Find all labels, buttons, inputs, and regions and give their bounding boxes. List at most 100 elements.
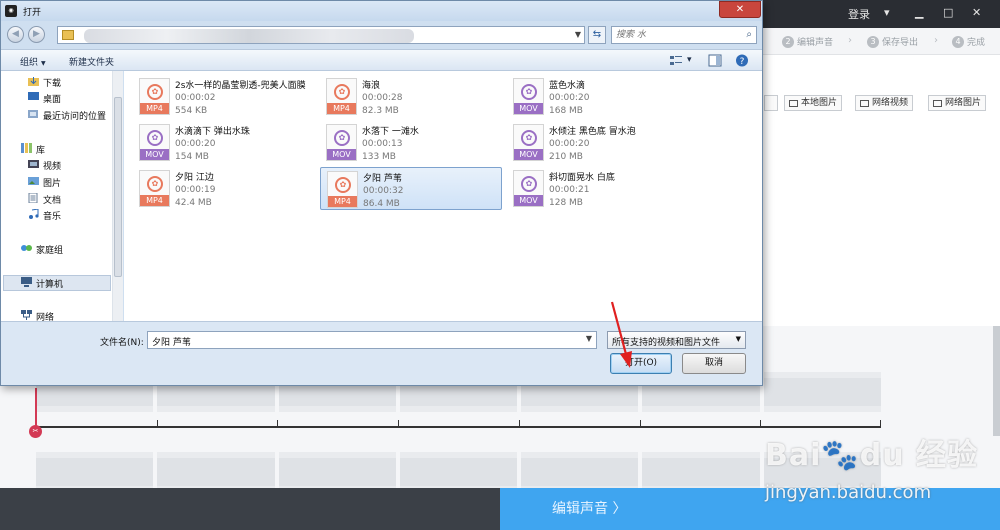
file-item[interactable]: ✿ MP4 2s水一样的晶莹剔透-兜美人面膜 00:00:02 554 KB [133, 75, 315, 118]
file-name: 水落下 一滩水 [362, 127, 419, 137]
chevron-down-icon[interactable]: ▼ [586, 334, 592, 343]
ruler-tick [880, 420, 881, 428]
svg-text:?: ? [740, 57, 745, 67]
timeline-scrollbar[interactable] [993, 326, 1000, 436]
app-logo-icon: ◉ [5, 5, 17, 17]
format-badge: MOV [514, 195, 543, 206]
app-close-icon[interactable]: ✕ [972, 6, 981, 19]
file-duration: 00:00:19 [175, 185, 216, 195]
file-item[interactable]: ✿ MP4 夕阳 江边 00:00:19 42.4 MB [133, 167, 315, 210]
download-folder-icon [28, 77, 39, 86]
file-item[interactable]: ✿ MP4 夕阳 芦苇 00:00:32 86.4 MB [320, 167, 502, 210]
file-type-filter[interactable]: 所有支持的视频和图片文件 ▼ [607, 331, 746, 349]
sidebar-item-desktop[interactable]: 桌面 [43, 92, 61, 105]
ruler-tick [157, 420, 158, 428]
sidebar-item-downloads[interactable]: 下载 [43, 76, 61, 89]
maximize-icon[interactable]: □ [943, 6, 953, 19]
sidebar-item-music[interactable]: 音乐 [43, 209, 61, 222]
file-size: 82.3 MB [362, 106, 399, 116]
format-badge: MOV [514, 103, 543, 114]
dialog-footer: 文件名(N): 夕阳 芦苇 ▼ 所有支持的视频和图片文件 ▼ 打开(O) 取消 [1, 321, 762, 385]
ruler-tick [277, 420, 278, 428]
back-arrow-icon[interactable]: ◀ [7, 26, 24, 43]
new-folder-button[interactable]: 新建文件夹 [69, 55, 114, 68]
open-button[interactable]: 打开(O) [610, 353, 672, 374]
playhead-line[interactable] [35, 388, 37, 428]
video-file-icon: ✿ MOV [513, 170, 544, 207]
film-reel-icon: ✿ [147, 84, 163, 100]
format-badge: MP4 [140, 103, 169, 114]
video-file-icon: ✿ MP4 [139, 78, 170, 115]
video-file-icon: ✿ MOV [326, 124, 357, 161]
next-step-button[interactable]: 编辑声音 〉 [500, 488, 1000, 530]
online-image-button[interactable]: 网络图片 [928, 95, 987, 111]
step-item-export[interactable]: 3 保存导出 [867, 35, 918, 48]
chevron-down-icon[interactable]: ▾ [687, 55, 692, 65]
step-item-edit-audio[interactable]: 2 编辑声音 [782, 35, 833, 48]
file-item[interactable]: ✿ MOV 水落下 一滩水 00:00:13 133 MB [320, 121, 502, 164]
minimize-icon[interactable]: ▁ [915, 6, 923, 19]
library-icon [21, 143, 32, 153]
search-icon[interactable]: ⌕ [746, 29, 752, 40]
ruler-tick [760, 420, 761, 428]
file-name: 斜切面晃水 白底 [549, 173, 615, 183]
cancel-button[interactable]: 取消 [682, 353, 746, 374]
file-duration: 00:00:13 [362, 139, 403, 149]
file-duration: 00:00:20 [175, 139, 216, 149]
step-item-done[interactable]: 4 完成 [952, 35, 985, 48]
address-bar[interactable]: ▼ [57, 26, 585, 44]
address-navigation-bar: ◀ ▶ ▼ ⇆ ⌕ [1, 21, 762, 49]
video-file-icon: ✿ MP4 [327, 171, 358, 208]
format-badge: MOV [514, 149, 543, 160]
file-duration: 00:00:20 [549, 139, 590, 149]
file-item[interactable]: ✿ MOV 水倾注 黑色底 冒水泡 00:00:20 210 MB [507, 121, 689, 164]
online-video-button[interactable]: 网络视频 [855, 95, 914, 111]
dialog-close-button[interactable]: ✕ [719, 1, 761, 18]
file-item[interactable]: ✿ MP4 海浪 00:00:28 82.3 MB [320, 75, 502, 118]
refresh-icon[interactable]: ⇆ [588, 26, 606, 44]
film-reel-icon: ✿ [521, 84, 537, 100]
sidebar-item-homegroup[interactable]: 家庭组 [36, 243, 63, 256]
file-name: 夕阳 江边 [175, 173, 214, 183]
file-name: 海浪 [362, 81, 381, 91]
step-label: 编辑声音 [797, 38, 834, 48]
file-duration: 00:00:20 [549, 93, 590, 103]
step-label: 完成 [967, 38, 986, 48]
format-badge: MP4 [328, 196, 357, 207]
sidebar-item-documents[interactable]: 文档 [43, 193, 61, 206]
file-list-pane: ✿ MP4 2s水一样的晶莹剔透-兜美人面膜 00:00:02 554 KB ✿ MP4 海浪… [124, 71, 762, 321]
search-input[interactable] [616, 28, 736, 42]
file-item[interactable]: ✿ MOV 水滴滴下 弹出水珠 00:00:20 154 MB [133, 121, 315, 164]
chevron-down-icon[interactable]: ▼ [575, 30, 581, 39]
menu-dropdown-icon[interactable]: ▾ [884, 6, 890, 19]
sidebar-item-computer[interactable]: 计算机 [36, 277, 63, 290]
navpane-scrollbar[interactable] [112, 71, 123, 321]
help-icon[interactable]: ? [735, 54, 749, 67]
sidebar-item-libraries[interactable]: 库 [36, 143, 45, 156]
file-size: 554 KB [175, 106, 208, 116]
audio-track[interactable] [36, 452, 881, 492]
forward-arrow-icon[interactable]: ▶ [28, 26, 45, 43]
film-reel-icon: ✿ [334, 130, 350, 146]
chevron-right-icon: › [934, 35, 938, 46]
media-button-partial[interactable] [764, 95, 778, 111]
organize-menu[interactable]: 组织 ▼ [20, 55, 46, 68]
search-box[interactable]: ⌕ [611, 26, 757, 44]
login-link[interactable]: 登录 [848, 6, 870, 22]
music-icon [29, 209, 39, 219]
dialog-title-bar[interactable]: ◉ 打开 ✕ [1, 1, 762, 21]
organize-label: 组织 [20, 58, 39, 68]
sidebar-item-videos[interactable]: 视频 [43, 159, 61, 172]
ruler-tick [519, 420, 520, 428]
filename-field[interactable]: 夕阳 芦苇 ▼ [147, 331, 597, 349]
file-item[interactable]: ✿ MOV 蓝色水滴 00:00:20 168 MB [507, 75, 689, 118]
local-image-button[interactable]: 本地图片 [784, 95, 843, 111]
sidebar-item-recent[interactable]: 最近访问的位置 [43, 109, 106, 122]
file-item[interactable]: ✿ MOV 斜切面晃水 白底 00:00:21 128 MB [507, 167, 689, 210]
scrollbar-thumb[interactable] [114, 97, 122, 277]
sidebar-item-pictures[interactable]: 图片 [43, 176, 61, 189]
pictures-icon [28, 177, 39, 185]
scissors-icon[interactable]: ✂ [29, 425, 42, 438]
preview-pane-icon[interactable] [708, 54, 722, 67]
view-options-icon[interactable] [669, 54, 683, 67]
